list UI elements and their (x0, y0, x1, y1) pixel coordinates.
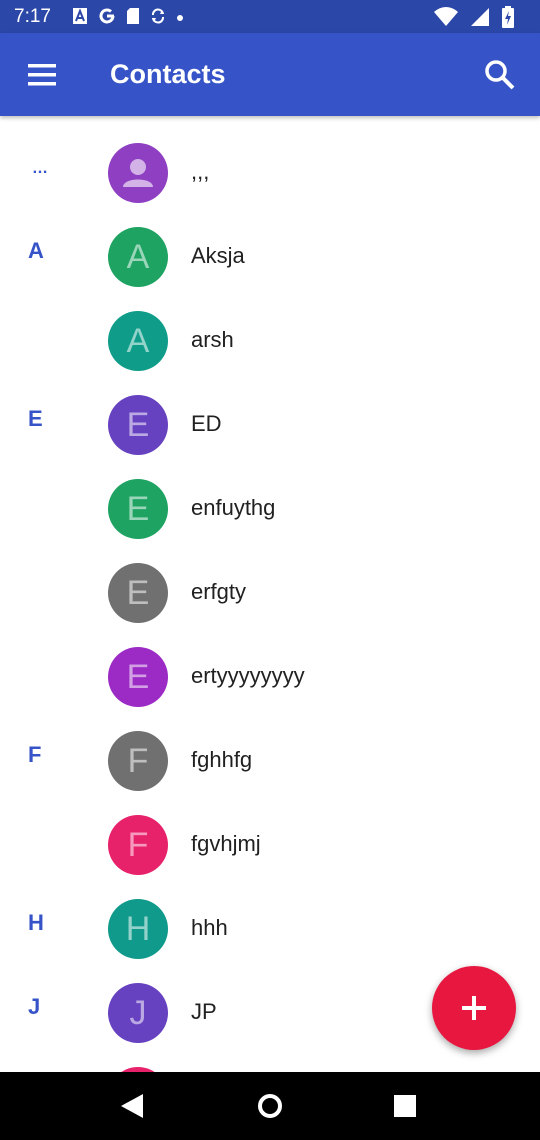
avatar-initial: J (129, 993, 147, 1032)
navigation-bar (0, 1072, 540, 1140)
contact-name: fghhfg (191, 747, 253, 772)
avatar: A (108, 311, 168, 371)
dot-icon (177, 15, 183, 21)
back-icon (121, 1094, 143, 1118)
contact-name: ,,, (191, 159, 210, 184)
section-letter: J (28, 994, 41, 1019)
contact-row[interactable]: Eenfuythg (0, 466, 540, 550)
contact-name: fgvhjmj (191, 831, 261, 856)
google-icon (99, 8, 115, 24)
contact-name: arsh (191, 327, 234, 352)
section-letter: E (28, 406, 43, 431)
avatar: H (108, 899, 168, 959)
contact-row[interactable]: H Hhhh (0, 886, 540, 970)
section-letter: A (28, 238, 44, 263)
avatar: A (108, 227, 168, 287)
sync-icon (152, 8, 164, 24)
avatar: J (108, 983, 168, 1043)
notification-a-icon (73, 8, 87, 24)
contact-row[interactable]: Ffgvhjmj (0, 802, 540, 886)
contact-row[interactable]: Eertyyyyyyyy (0, 634, 540, 718)
person-icon (123, 159, 153, 187)
contact-name: ED (191, 411, 222, 436)
back-button[interactable] (112, 1086, 152, 1126)
app-title: Contacts (110, 59, 226, 89)
add-contact-button[interactable] (432, 966, 516, 1050)
contact-row[interactable]: Eerfgty (0, 550, 540, 634)
contact-row[interactable]: E E ED (0, 382, 540, 466)
home-button[interactable] (250, 1086, 290, 1126)
avatar-initial: E (126, 573, 150, 612)
contact-row[interactable] (0, 1054, 540, 1072)
contact-name: ertyyyyyyyy (191, 663, 305, 688)
avatar: F (108, 731, 168, 791)
avatar-initial: A (126, 321, 150, 360)
battery-icon (502, 6, 514, 28)
avatar-initial: F (127, 741, 149, 780)
search-icon (485, 60, 515, 90)
sd-card-icon (127, 8, 139, 24)
section-letter: … (32, 160, 48, 177)
contact-row[interactable]: F Ffghhfg (0, 718, 540, 802)
avatar: F (108, 815, 168, 875)
section-letter: H (28, 910, 44, 935)
hamburger-menu-icon (28, 64, 56, 86)
menu-button[interactable] (18, 55, 62, 95)
contact-name: enfuythg (191, 495, 276, 520)
avatar: E (108, 479, 168, 539)
avatar-placeholder (108, 143, 168, 203)
recents-icon (394, 1095, 416, 1117)
avatar: E (108, 647, 168, 707)
avatar-initial: H (125, 909, 151, 948)
contact-name: JP (191, 999, 217, 1024)
avatar-initial: E (126, 657, 150, 696)
avatar: E (108, 563, 168, 623)
contact-name: hhh (191, 915, 228, 940)
avatar: E (108, 395, 168, 455)
signal-icon (471, 8, 489, 26)
contact-list[interactable]: …,,, A A Aksja Aarsh E E ED Eenfuythg Eerfgty Eert… (0, 116, 540, 1072)
status-notification-icons (72, 7, 184, 25)
contact-row[interactable]: …,,, (0, 130, 540, 214)
wifi-icon (434, 7, 458, 27)
home-icon (258, 1094, 282, 1118)
contact-row[interactable]: A A Aksja (0, 214, 540, 298)
status-time: 7:17 (14, 6, 51, 27)
avatar-initial: E (126, 405, 150, 444)
status-system-icons (434, 6, 514, 28)
avatar-initial: A (126, 237, 150, 276)
status-bar: 7:17 (0, 0, 540, 33)
avatar-initial: E (126, 489, 150, 528)
section-letter: F (28, 742, 42, 767)
avatar-initial: F (127, 825, 149, 864)
app-bar: Contacts (0, 33, 540, 116)
contact-name: erfgty (191, 579, 247, 604)
recents-button[interactable] (385, 1086, 425, 1126)
contact-name: Aksja (191, 243, 245, 268)
contact-row[interactable]: Aarsh (0, 298, 540, 382)
plus-icon (462, 996, 486, 1020)
search-button[interactable] (482, 57, 518, 93)
